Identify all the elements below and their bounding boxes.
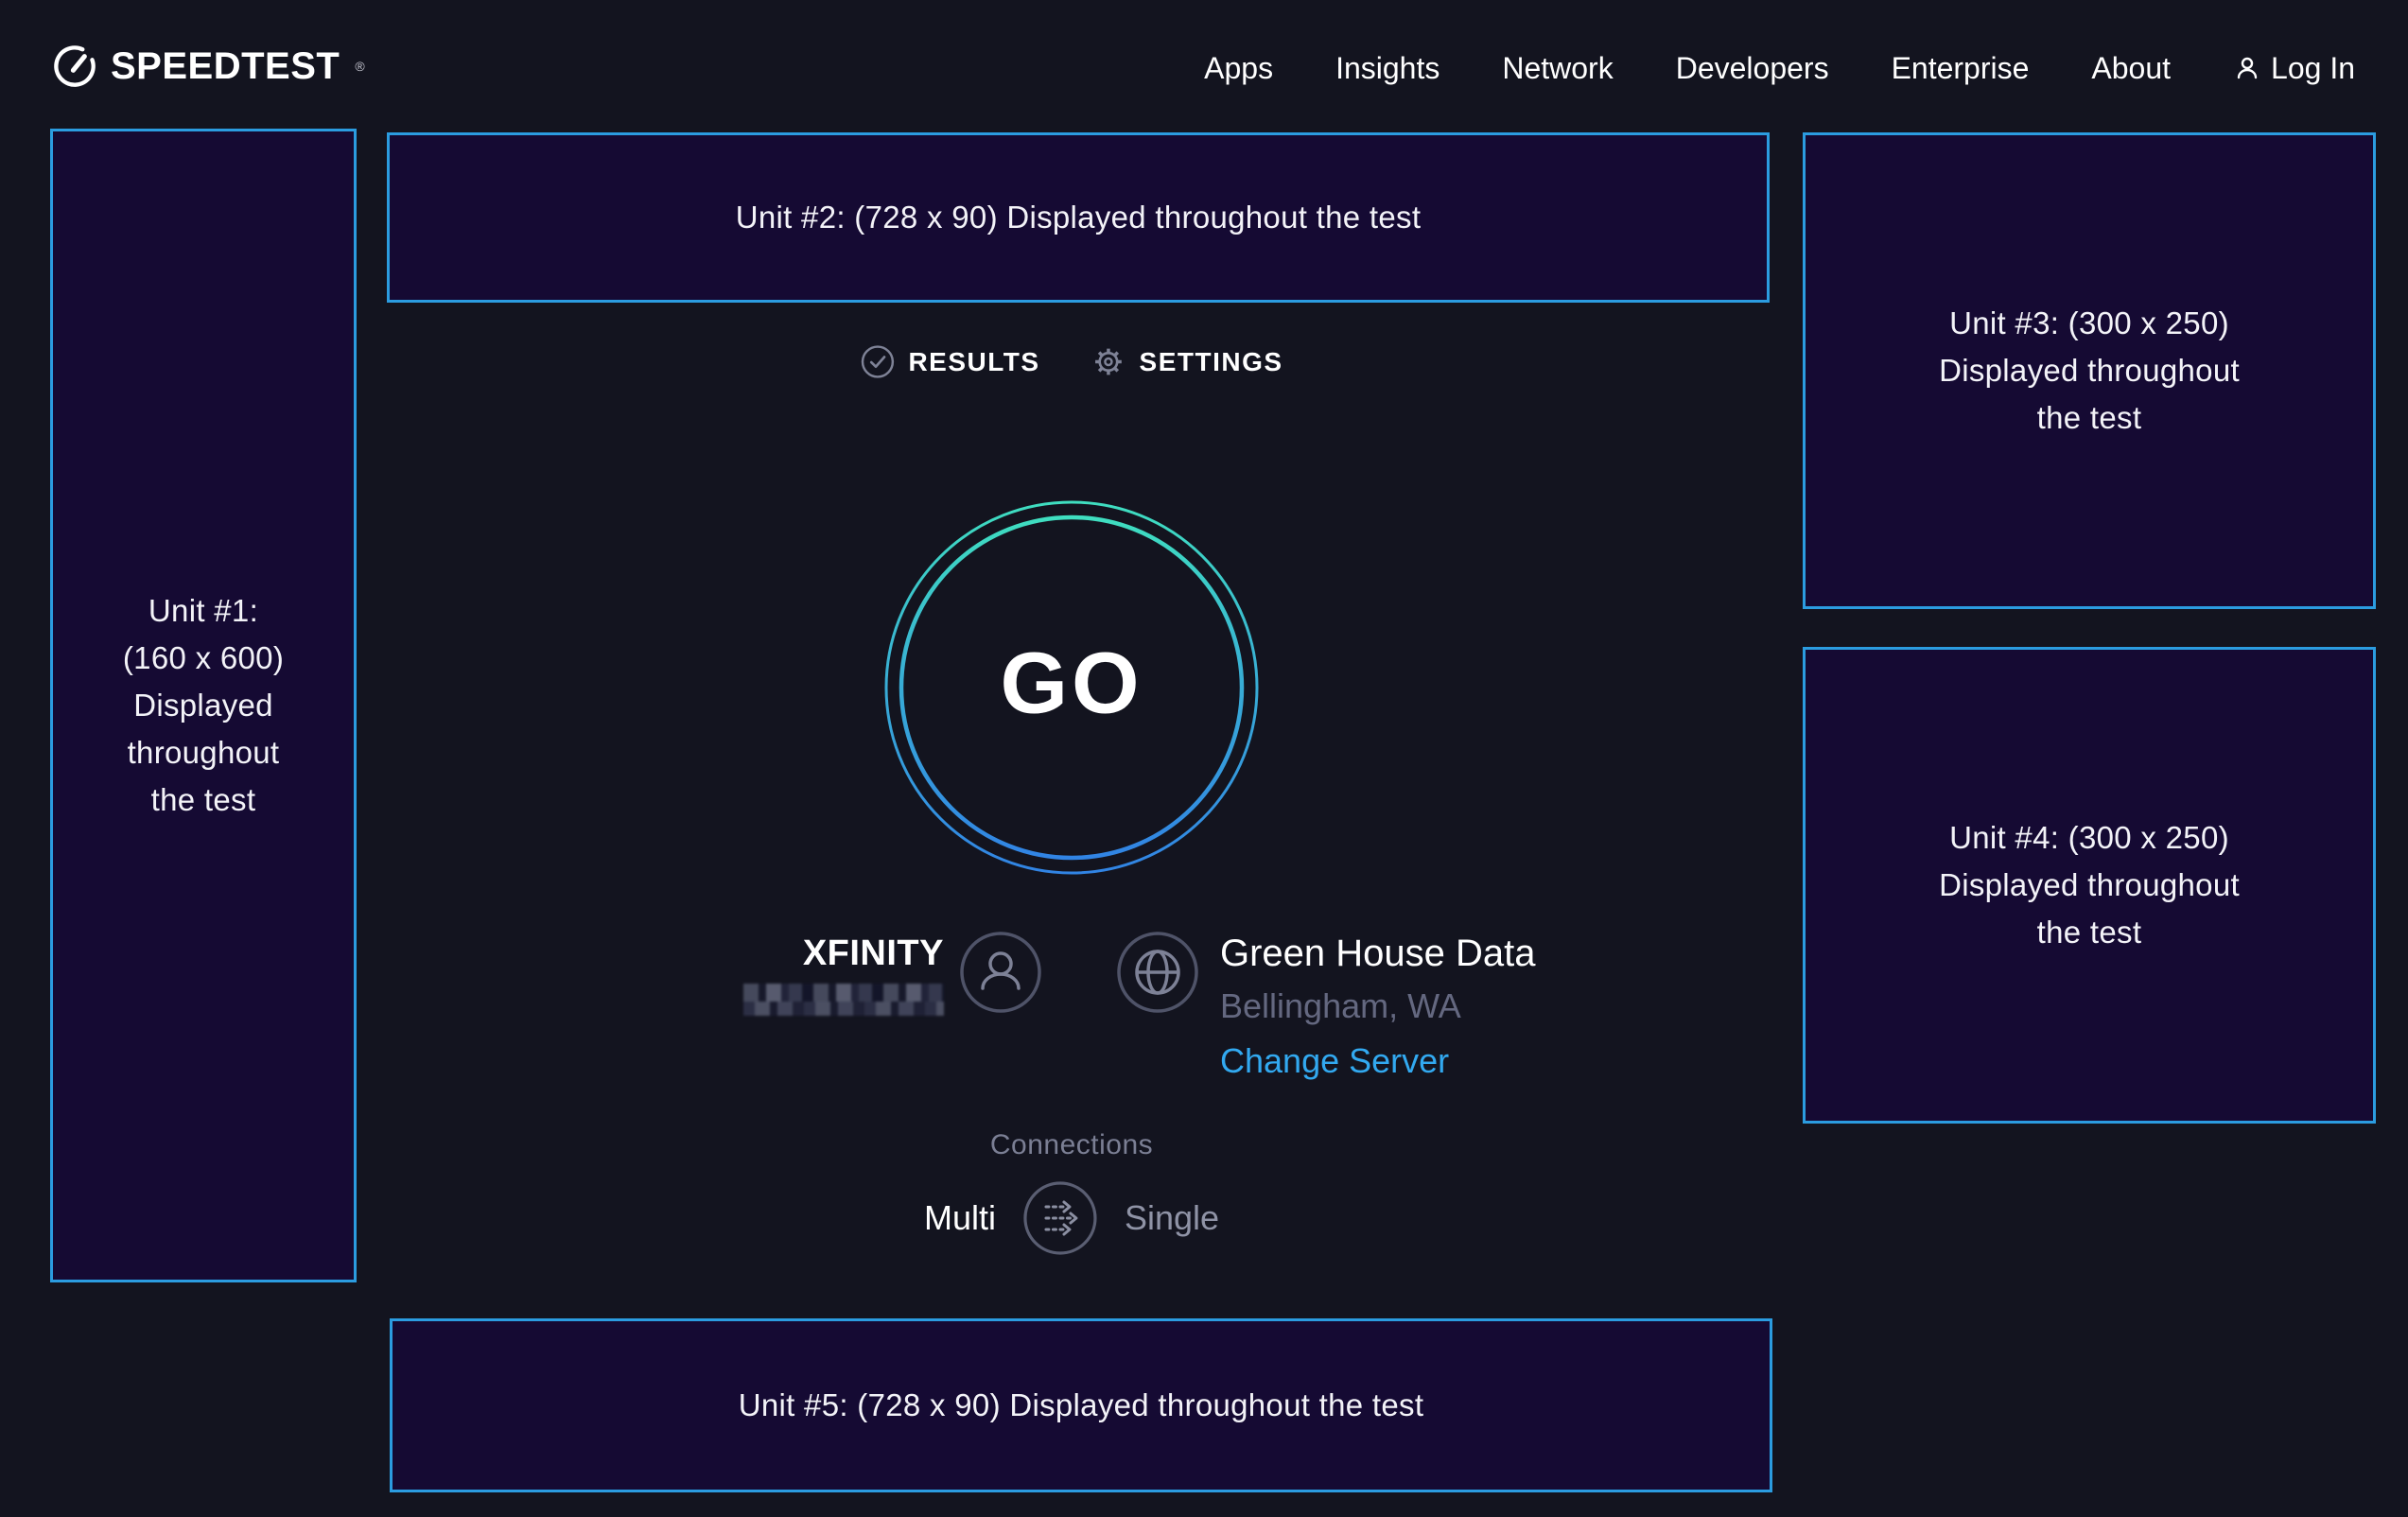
nav-item-apps[interactable]: Apps xyxy=(1204,51,1273,86)
tab-results-label: RESULTS xyxy=(908,347,1039,377)
go-button[interactable]: GO xyxy=(883,499,1260,876)
ad-unit-1[interactable]: Unit #1: (160 x 600) Displayed throughou… xyxy=(50,129,357,1282)
nav-item-network[interactable]: Network xyxy=(1502,51,1613,86)
nav-item-enterprise[interactable]: Enterprise xyxy=(1892,51,2030,86)
ad-unit-4[interactable]: Unit #4: (300 x 250) Displayed throughou… xyxy=(1803,647,2376,1124)
server-info: Green House Data Bellingham, WA Change S… xyxy=(1116,931,1536,1082)
ad-unit-2-text: Unit #2: (728 x 90) Displayed throughout… xyxy=(736,194,1422,241)
ad-unit-1-text: Unit #1: (160 x 600) Displayed throughou… xyxy=(123,587,284,825)
connections-option-single[interactable]: Single xyxy=(1125,1198,1219,1238)
tab-results[interactable]: RESULTS xyxy=(860,344,1039,379)
connections-row: Multi Single xyxy=(924,1180,1219,1256)
user-icon xyxy=(2233,54,2261,82)
server-texts: Green House Data Bellingham, WA Change S… xyxy=(1220,931,1536,1082)
connections-label: Connections xyxy=(990,1129,1153,1161)
tab-settings[interactable]: SETTINGS xyxy=(1091,344,1283,379)
speedtest-page: SPEEDTEST ® Apps Insights Network Develo… xyxy=(0,0,2408,1517)
isp-name: XFINITY xyxy=(803,931,944,976)
connections-option-multi[interactable]: Multi xyxy=(924,1198,996,1238)
change-server-link[interactable]: Change Server xyxy=(1220,1040,1449,1082)
nav-item-about[interactable]: About xyxy=(2091,51,2171,86)
server-name: Green House Data xyxy=(1220,931,1536,976)
isp-user-icon[interactable] xyxy=(959,931,1042,1014)
connections-section: Connections Multi Single xyxy=(924,1129,1219,1256)
login-label: Log In xyxy=(2271,51,2355,86)
tab-settings-label: SETTINGS xyxy=(1140,347,1283,377)
go-label: GO xyxy=(1000,634,1143,733)
nav-item-developers[interactable]: Developers xyxy=(1676,51,1829,86)
ad-unit-5-text: Unit #5: (728 x 90) Displayed throughout… xyxy=(739,1382,1424,1429)
nav-item-insights[interactable]: Insights xyxy=(1335,51,1440,86)
isp-info: XFINITY xyxy=(738,931,1042,1018)
ad-unit-4-text: Unit #4: (300 x 250) Displayed throughou… xyxy=(1939,814,2240,956)
main-nav: Apps Insights Network Developers Enterpr… xyxy=(1204,0,2355,136)
ad-unit-3-text: Unit #3: (300 x 250) Displayed throughou… xyxy=(1939,300,2240,442)
connections-toggle-icon[interactable] xyxy=(1022,1180,1098,1256)
logo-trademark: ® xyxy=(355,59,364,74)
server-location: Bellingham, WA xyxy=(1220,985,1461,1027)
gear-icon xyxy=(1091,344,1126,379)
header: SPEEDTEST ® Apps Insights Network Develo… xyxy=(0,0,2408,136)
globe-icon[interactable] xyxy=(1116,931,1199,1014)
login-button[interactable]: Log In xyxy=(2233,51,2355,86)
redacted-ip-address xyxy=(743,984,944,1018)
check-circle-icon xyxy=(860,344,895,379)
speedtest-logo[interactable]: SPEEDTEST ® xyxy=(52,44,365,89)
ad-unit-3[interactable]: Unit #3: (300 x 250) Displayed throughou… xyxy=(1803,132,2376,609)
isp-texts: XFINITY xyxy=(738,931,944,1018)
logo-text: SPEEDTEST xyxy=(111,45,340,88)
tab-bar: RESULTS xyxy=(860,344,1283,379)
ad-unit-5[interactable]: Unit #5: (728 x 90) Displayed throughout… xyxy=(390,1318,1772,1492)
speedometer-icon xyxy=(52,44,97,89)
ad-unit-2[interactable]: Unit #2: (728 x 90) Displayed throughout… xyxy=(387,132,1770,303)
